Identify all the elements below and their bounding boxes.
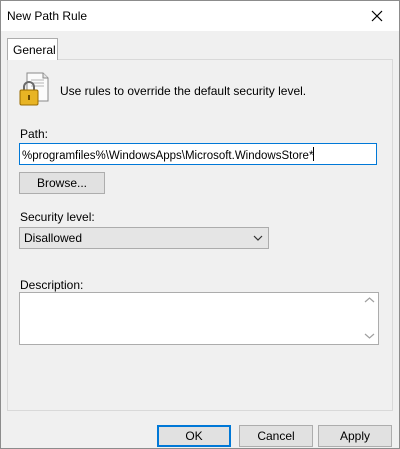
- close-icon: [371, 10, 383, 22]
- description-field[interactable]: [19, 292, 379, 345]
- cancel-button-label: Cancel: [257, 429, 295, 443]
- tab-general-label: General: [13, 43, 56, 57]
- close-button[interactable]: [355, 1, 399, 31]
- window-title: New Path Rule: [7, 9, 88, 23]
- text-cursor: [313, 147, 315, 161]
- chevron-down-icon: [253, 235, 263, 241]
- lock-document-icon: [19, 72, 49, 106]
- path-value: %programfiles%\WindowsApps\Microsoft.Win…: [22, 150, 314, 162]
- description-label: Description:: [20, 278, 84, 292]
- tab-general[interactable]: General: [7, 38, 58, 60]
- title-bar: New Path Rule: [1, 1, 399, 31]
- path-label: Path:: [20, 127, 49, 141]
- apply-button-label: Apply: [339, 429, 371, 443]
- browse-button-label: Browse...: [36, 176, 87, 190]
- browse-button[interactable]: Browse...: [19, 172, 105, 194]
- scroll-down-icon[interactable]: [364, 332, 375, 340]
- new-path-rule-dialog: New Path Rule General Use rules to overr…: [0, 0, 400, 449]
- ok-button-label: OK: [185, 429, 203, 443]
- scroll-up-icon[interactable]: [364, 296, 375, 304]
- security-level-label: Security level:: [20, 210, 95, 224]
- cancel-button[interactable]: Cancel: [239, 425, 313, 447]
- intro-text: Use rules to override the default securi…: [60, 84, 307, 98]
- ok-button[interactable]: OK: [157, 425, 231, 447]
- apply-button[interactable]: Apply: [318, 425, 392, 447]
- security-level-select[interactable]: Disallowed: [19, 227, 269, 249]
- security-level-value: Disallowed: [24, 231, 83, 245]
- description-scrollbar[interactable]: [361, 293, 378, 344]
- path-input[interactable]: %programfiles%\WindowsApps\Microsoft.Win…: [19, 143, 377, 165]
